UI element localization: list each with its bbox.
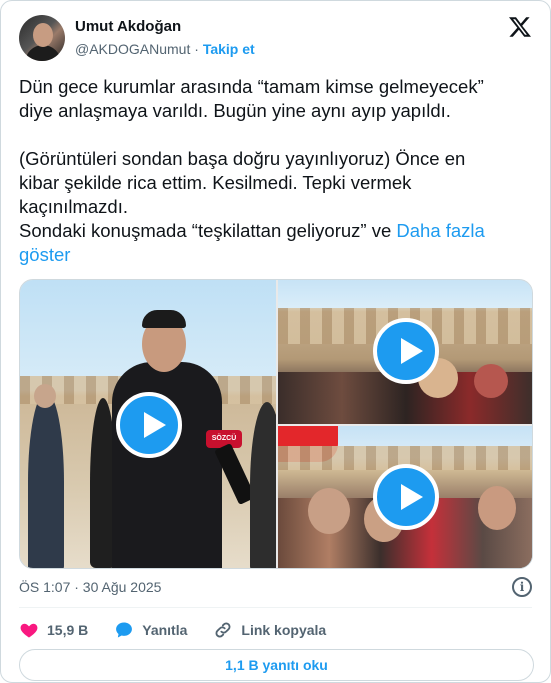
tweet-card: Umut Akdoğan @AKDOGANumut · Takip et Dün… (0, 0, 551, 683)
like-button[interactable]: 15,9 B (19, 620, 88, 640)
video-thumbnail-2[interactable] (278, 280, 532, 424)
tweet-line-text: Sondaki konuşmada “teşkilattan geliyoruz… (19, 220, 397, 241)
reply-button[interactable]: Yanıtla (114, 620, 187, 640)
info-icon[interactable]: i (512, 577, 532, 597)
bystander (28, 392, 64, 568)
reply-label: Yanıtla (142, 622, 188, 638)
crowd-head (308, 488, 350, 534)
speech-bubble-icon (116, 622, 133, 638)
tweet-line: kaçınılmazdı. (19, 196, 128, 217)
follow-button[interactable]: Takip et (203, 41, 255, 57)
crowd-head (474, 364, 508, 398)
read-replies-button[interactable]: 1,1 B yanıtı oku (19, 649, 534, 681)
play-button-2[interactable] (373, 318, 439, 384)
x-logo-icon[interactable] (508, 15, 532, 39)
video-thumbnail-3[interactable] (278, 426, 532, 568)
heart-icon (20, 623, 38, 638)
show-more-link[interactable]: Daha fazla (396, 220, 484, 241)
tweet-line: Sondaki konuşmada “teşkilattan geliyoruz… (19, 219, 534, 243)
author-handle-row: @AKDOGANumut · Takip et (75, 41, 255, 57)
copy-link-label: Link kopyala (241, 622, 327, 638)
divider (19, 607, 532, 608)
avatar[interactable] (19, 15, 65, 61)
bystander-head (34, 384, 56, 408)
author-name[interactable]: Umut Akdoğan (75, 18, 181, 35)
tweet-line: diye anlaşmaya varıldı. Bugün yine aynı … (19, 100, 451, 121)
tweet-timestamp[interactable]: ÖS 1:07 · 30 Ağu 2025 (19, 579, 161, 595)
like-count: 15,9 B (47, 622, 89, 638)
speaker-body (112, 362, 222, 568)
tweet-text: Dün gece kurumlar arasında “tamam kimse … (19, 75, 534, 267)
tweet-line: kibar şekilde rica ettim. Kesilmedi. Tep… (19, 172, 412, 193)
author-handle[interactable]: @AKDOGANumut (75, 41, 190, 57)
link-icon (215, 622, 231, 638)
media-grid: SÖZCÜ (19, 279, 533, 569)
action-bar: 15,9 B Yanıtla Link kopyala (19, 620, 352, 640)
show-more-link-cont[interactable]: göster (19, 244, 70, 265)
tweet-line: Dün gece kurumlar arasında “tamam kimse … (19, 76, 484, 97)
separator-dot: · (194, 41, 199, 57)
speaker-hair (142, 310, 186, 328)
tweet-line: (Görüntüleri sondan başa doğru yayınlıyo… (19, 148, 466, 169)
copy-link-button[interactable]: Link kopyala (213, 620, 326, 640)
crowd-head (478, 486, 516, 530)
play-button-3[interactable] (373, 464, 439, 530)
video-thumbnail-1[interactable]: SÖZCÜ (20, 280, 276, 568)
bystander (250, 402, 276, 568)
play-button-1[interactable] (116, 392, 182, 458)
